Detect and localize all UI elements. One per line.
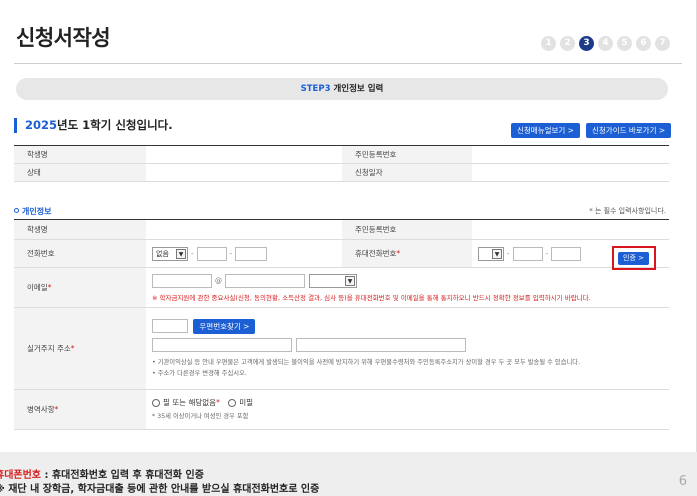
- address-hint-2: • 주소가 다른경우 변경해 주십시오.: [152, 369, 247, 377]
- email-domain-input[interactable]: [225, 273, 305, 288]
- email-domain-select[interactable]: ▼: [309, 273, 357, 288]
- mobile-prefix-select[interactable]: ▼: [478, 246, 504, 261]
- application-frame: 신청서작성 1 2 3 4 5 6 7 STEP3 개인정보 입력 2025년도…: [0, 0, 697, 452]
- footer-line-1: 휴대폰번호 : 휴대전화번호 입력 후 휴대전화 인증: [0, 470, 204, 481]
- label-student-name-2: 학생명: [14, 219, 146, 240]
- step-bar: STEP3 개인정보 입력: [16, 78, 668, 100]
- step-indicator: 1 2 3 4 5 6 7: [541, 36, 670, 51]
- mobile-dash-2: -: [545, 249, 549, 258]
- label-address: 실거주지 주소*: [14, 307, 146, 390]
- applicant-table: 학생명 주민등록번호 상태 신청일자: [14, 145, 669, 182]
- label-apply-date: 신청일자: [342, 163, 472, 182]
- step-6: 6: [636, 36, 651, 51]
- military-option-unserved[interactable]: 미필: [228, 398, 253, 407]
- semester-title: 2025년도 1학기 신청입니다.: [14, 118, 173, 133]
- value-apply-date: [472, 163, 669, 182]
- radio-icon: [228, 399, 237, 407]
- step-bar-label: 개인정보 입력: [333, 84, 384, 94]
- step-5: 5: [617, 36, 632, 51]
- chevron-down-icon: ▼: [492, 248, 502, 259]
- email-field-group: @ ▼ ※ 학자금지원에 관한 중요사실(신청, 동의현황, 소득산정 결과, 심…: [146, 267, 669, 308]
- step-1: 1: [541, 36, 556, 51]
- value-resident-no: [472, 145, 669, 164]
- zip-code-input[interactable]: [152, 319, 188, 333]
- value-resident-no-2: [472, 219, 669, 240]
- phone-field-group: 없음 ▼ - -: [146, 239, 342, 268]
- mobile-last-input[interactable]: [551, 246, 582, 261]
- military-option-exempt[interactable]: 필 또는 해당없음*: [152, 398, 220, 407]
- address-main-input[interactable]: [152, 337, 292, 352]
- label-student-name: 학생명: [14, 145, 146, 164]
- step-7: 7: [655, 36, 670, 51]
- label-resident-no-2: 주민등록번호: [342, 219, 472, 240]
- radio-icon: [152, 399, 160, 407]
- step-4: 4: [598, 36, 613, 51]
- bullet-icon: [14, 208, 19, 213]
- chevron-down-icon: ▼: [176, 248, 186, 259]
- step-2: 2: [560, 36, 575, 51]
- address-hint-1: • 기관이익상실 등 안내 우편물은 고객에게 발생되는 불이익을 사전에 방지…: [152, 358, 581, 366]
- footer-line-2: ※ 재단 내 장학금, 학자금대출 등에 관한 안내를 받으실 휴대전화번호로 …: [0, 484, 320, 495]
- label-email: 이메일*: [14, 267, 146, 308]
- email-hint: ※ 학자금지원에 관한 중요사실(신청, 동의현황, 소득산정 결과, 심사 등…: [152, 293, 591, 302]
- military-field-group: 필 또는 해당없음* 미필 * 35세 이상이거나 여성인 경우 포함: [146, 389, 669, 430]
- page-title: 신청서작성: [16, 26, 111, 50]
- phone-last-input[interactable]: [235, 246, 268, 261]
- military-hint: * 35세 이상이거나 여성인 경우 포함: [152, 413, 249, 420]
- label-phone: 전화번호: [14, 239, 146, 268]
- mobile-middle-input[interactable]: [512, 246, 543, 261]
- label-military: 병역사항*: [14, 389, 146, 430]
- phone-dash-2: -: [229, 249, 233, 258]
- value-student-name: [146, 145, 342, 164]
- step-3-active: 3: [579, 36, 594, 51]
- guide-button[interactable]: 신청가이드 바로가기 >: [586, 123, 672, 138]
- step-bar-step: STEP3: [300, 84, 331, 94]
- address-field-group: 우편번호찾기 > • 기관이익상실 등 안내 우편물은 고객에게 발생되는 불이…: [146, 307, 669, 390]
- label-mobile: 휴대전화번호*: [342, 239, 472, 268]
- page-number: 6: [678, 474, 687, 489]
- semester-year: 2025: [25, 118, 58, 132]
- title-divider: [14, 63, 682, 64]
- email-id-input[interactable]: [152, 273, 212, 288]
- personal-section-label: 개인정보: [14, 206, 51, 217]
- zip-search-button[interactable]: 우편번호찾기 >: [193, 318, 256, 334]
- required-note: * 는 필수 입력사항입니다.: [589, 207, 666, 215]
- semester-text: 년도 1학기 신청입니다.: [57, 118, 173, 132]
- personal-info-table: 학생명 주민등록번호 전화번호 없음 ▼ - - 휴대전화번호* ▼ - - 이메일* @…: [14, 219, 669, 430]
- phone-area-select[interactable]: 없음 ▼: [152, 246, 188, 261]
- label-status: 상태: [14, 163, 146, 182]
- chevron-down-icon: ▼: [345, 275, 355, 286]
- manual-button[interactable]: 신청매뉴얼보기 >: [511, 123, 580, 138]
- phone-middle-input[interactable]: [196, 246, 227, 261]
- label-resident-no: 주민등록번호: [342, 145, 472, 164]
- verify-button[interactable]: 인증 >: [618, 252, 649, 265]
- address-detail-input[interactable]: [296, 337, 467, 352]
- value-status: [146, 163, 342, 182]
- value-student-name-2: [146, 219, 342, 240]
